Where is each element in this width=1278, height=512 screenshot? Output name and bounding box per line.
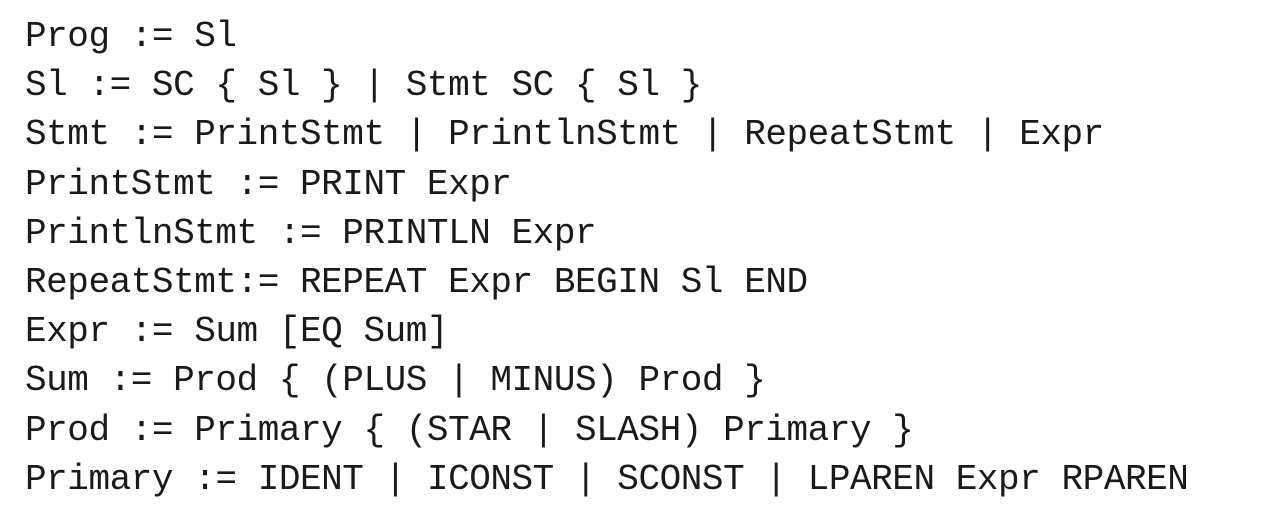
grammar-rule-primary: Primary := IDENT | ICONST | SCONST | LPA… xyxy=(25,458,1189,500)
grammar-rule-sum: Sum := Prod { (PLUS | MINUS) Prod } xyxy=(25,360,766,402)
grammar-rule-sl: Sl := SC { Sl } | Stmt SC { Sl } xyxy=(25,65,702,107)
grammar-rule-printlnstmt: PrintlnStmt := PRINTLN Expr xyxy=(25,212,597,254)
grammar-rule-stmt: Stmt := PrintStmt | PrintlnStmt | Repeat… xyxy=(25,114,1104,156)
grammar-rule-expr: Expr := Sum [EQ Sum] xyxy=(25,311,449,353)
grammar-rules: Prog := Sl Sl := SC { Sl } | Stmt SC { S… xyxy=(25,12,1189,504)
grammar-rule-prog: Prog := Sl xyxy=(25,16,237,57)
grammar-rule-printstmt: PrintStmt := PRINT Expr xyxy=(25,163,512,205)
grammar-rule-prod: Prod := Primary { (STAR | SLASH) Primary… xyxy=(25,409,914,451)
grammar-rule-repeatstmt: RepeatStmt:= REPEAT Expr BEGIN Sl END xyxy=(25,261,808,303)
